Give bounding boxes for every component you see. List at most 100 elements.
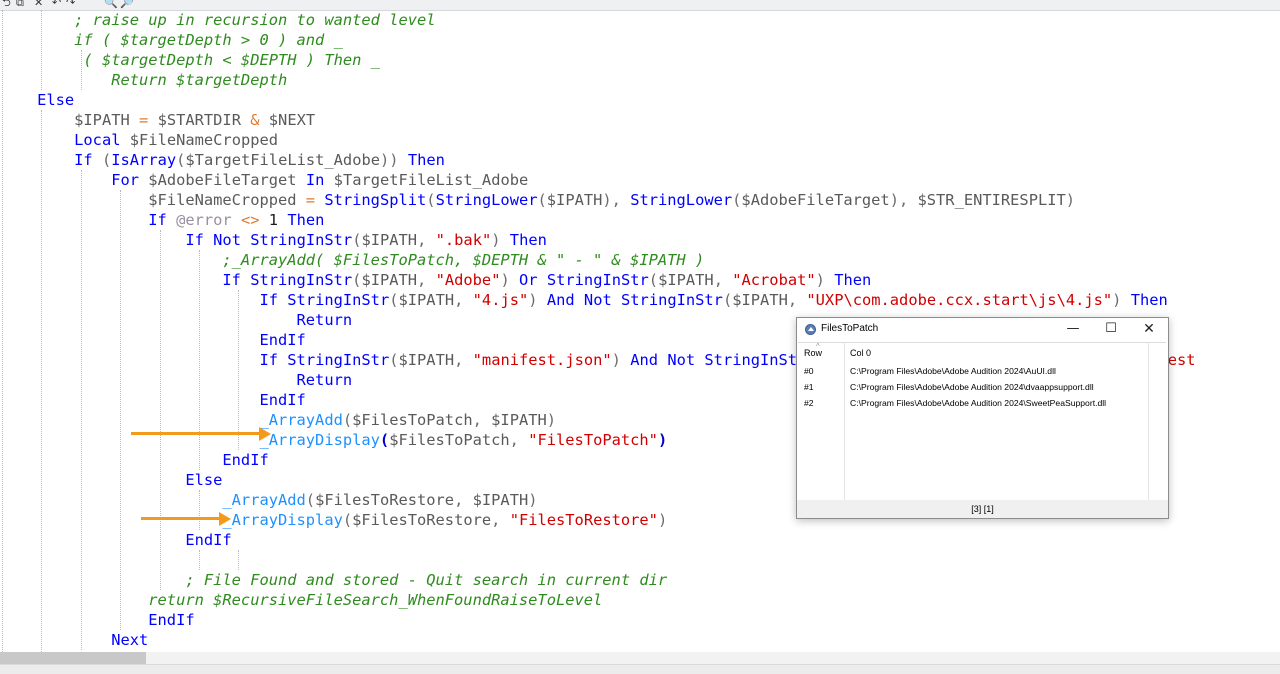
code-line[interactable]: Return xyxy=(0,370,353,390)
toolbar-replace-icon[interactable]: 🔎 xyxy=(120,0,134,9)
code-token: , xyxy=(713,271,733,289)
code-token: "Acrobat" xyxy=(732,271,816,289)
window-title: FilesToPatch xyxy=(821,323,879,334)
close-button[interactable]: ✕ xyxy=(1131,318,1167,342)
code-line[interactable]: $IPATH = $STARTDIR & $NEXT xyxy=(0,110,315,130)
code-line[interactable]: Return $targetDepth xyxy=(0,70,287,90)
code-line[interactable]: EndIf xyxy=(0,530,231,550)
maximize-button[interactable]: ☐ xyxy=(1093,318,1129,342)
code-line[interactable]: _ArrayDisplay($FilesToPatch, "FilesToPat… xyxy=(0,430,667,450)
horizontal-scrollbar-thumb[interactable] xyxy=(0,652,146,664)
code-line[interactable]: _ArrayDisplay($FilesToRestore, "FilesToR… xyxy=(0,510,667,530)
annotation-arrow-files-to-patch xyxy=(131,427,271,441)
code-token: $IPATH xyxy=(398,291,455,309)
toolbar-redo-icon[interactable]: ↷ xyxy=(66,0,75,9)
code-line[interactable]: Else xyxy=(0,90,74,110)
code-line[interactable]: EndIf xyxy=(0,390,305,410)
code-line[interactable]: Return xyxy=(0,310,353,330)
code-token: ;_ArrayAdd( $FilesToPatch, $DEPTH & " - … xyxy=(222,251,705,269)
code-token: return $RecursiveFileSearch_WhenFoundRai… xyxy=(148,591,603,609)
code-token: ( xyxy=(342,511,353,529)
code-token: Then xyxy=(287,211,325,229)
code-line[interactable]: EndIf xyxy=(0,450,269,470)
column-header-row[interactable]: Row xyxy=(804,348,822,358)
code-line[interactable]: _ArrayAdd($FilesToRestore, $IPATH) xyxy=(0,490,537,510)
code-line[interactable]: If StringInStr($IPATH, "4.js") And Not S… xyxy=(0,290,1167,310)
table-row[interactable]: #0 C:\Program Files\Adobe\Adobe Audition… xyxy=(798,363,1166,379)
code-line[interactable]: $FileNameCropped = StringSplit(StringLow… xyxy=(0,190,1075,210)
code-token: ) xyxy=(611,351,621,369)
code-token: @error xyxy=(176,211,232,229)
column-header-col0[interactable]: Col 0 xyxy=(850,348,871,358)
code-line[interactable]: EndIf xyxy=(0,610,194,630)
code-line[interactable]: Else xyxy=(0,470,222,490)
code-token: , xyxy=(472,411,492,429)
code-token: $STR_ENTIRESPLIT xyxy=(917,191,1066,209)
code-line[interactable]: Local $FileNameCropped xyxy=(0,130,278,150)
horizontal-scrollbar[interactable] xyxy=(0,652,1280,664)
code-line[interactable]: If (IsArray($TargetFileList_Adobe)) Then xyxy=(0,150,445,170)
code-token: ( xyxy=(537,191,547,209)
code-line[interactable]: if ( $targetDepth > 0 ) and _ xyxy=(0,30,343,50)
array-display-window[interactable]: FilesToPatch — ☐ ✕ ^ Row Col 0 #0 C:\Pro… xyxy=(796,317,1169,519)
toolbar-undo-icon[interactable]: ⮌ xyxy=(2,0,11,9)
code-token: ) xyxy=(1065,191,1076,209)
code-line[interactable]: _ArrayAdd($FilesToPatch, $IPATH) xyxy=(0,410,556,430)
code-token: ) xyxy=(546,411,557,429)
code-token: StringInStr xyxy=(287,351,390,369)
code-token: "manifest.json" xyxy=(472,351,612,369)
table-row[interactable]: #2 C:\Program Files\Adobe\Adobe Audition… xyxy=(798,395,1166,411)
code-line[interactable]: If StringInStr($IPATH, "Adobe") Or Strin… xyxy=(0,270,871,290)
code-token: $AdobeFileTarget xyxy=(741,191,890,209)
code-line[interactable]: ; File Found and stored - Quit search in… xyxy=(0,570,667,590)
code-token: <> xyxy=(231,211,269,229)
window-titlebar[interactable]: FilesToPatch — ☐ ✕ xyxy=(797,318,1168,342)
code-token: $TargetFileList_Adobe xyxy=(333,171,529,189)
code-token: ) xyxy=(657,431,668,449)
code-token: ), xyxy=(602,191,631,209)
code-line[interactable]: ; raise up in recursion to wanted level xyxy=(0,10,435,30)
code-line[interactable]: If @error <> 1 Then xyxy=(0,210,324,230)
toolbar-undo2-icon[interactable]: ↶ xyxy=(52,0,61,9)
code-token: StringInStr xyxy=(704,351,807,369)
autoit-app-icon xyxy=(805,324,816,335)
toolbar-find-icon[interactable]: 🔍 xyxy=(104,0,118,9)
indent-guide xyxy=(199,550,200,570)
code-line[interactable]: If Not StringInStr($IPATH, ".bak") Then xyxy=(0,230,547,250)
code-line[interactable]: ;_ArrayAdd( $FilesToPatch, $DEPTH & " - … xyxy=(0,250,704,270)
code-line[interactable]: Next xyxy=(0,630,148,650)
code-token: 1 xyxy=(268,211,279,229)
array-listview[interactable]: ^ Row Col 0 #0 C:\Program Files\Adobe\Ad… xyxy=(798,342,1166,501)
code-line[interactable]: EndIf xyxy=(0,330,305,350)
code-token: If xyxy=(185,231,204,249)
minimize-button[interactable]: — xyxy=(1055,318,1091,342)
code-line[interactable]: For $AdobeFileTarget In $TargetFileList_… xyxy=(0,170,528,190)
code-token: if ( $targetDepth > 0 ) and _ xyxy=(74,31,343,49)
row-value: C:\Program Files\Adobe\Adobe Audition 20… xyxy=(850,382,1094,392)
table-row[interactable]: #1 C:\Program Files\Adobe\Adobe Audition… xyxy=(798,379,1166,395)
code-token: EndIf xyxy=(222,451,269,469)
indent-guide xyxy=(238,550,240,570)
code-line[interactable]: ( $targetDepth < $DEPTH ) Then _ xyxy=(0,50,380,70)
code-line[interactable]: return $RecursiveFileSearch_WhenFoundRai… xyxy=(0,590,602,610)
code-token: $IPATH xyxy=(491,411,547,429)
toolbar-copy-icon[interactable]: ⧉ xyxy=(16,0,24,9)
toolbar-close-icon[interactable]: ✕ xyxy=(34,0,43,9)
code-token: If xyxy=(74,151,93,169)
code-token: Then xyxy=(407,151,445,169)
